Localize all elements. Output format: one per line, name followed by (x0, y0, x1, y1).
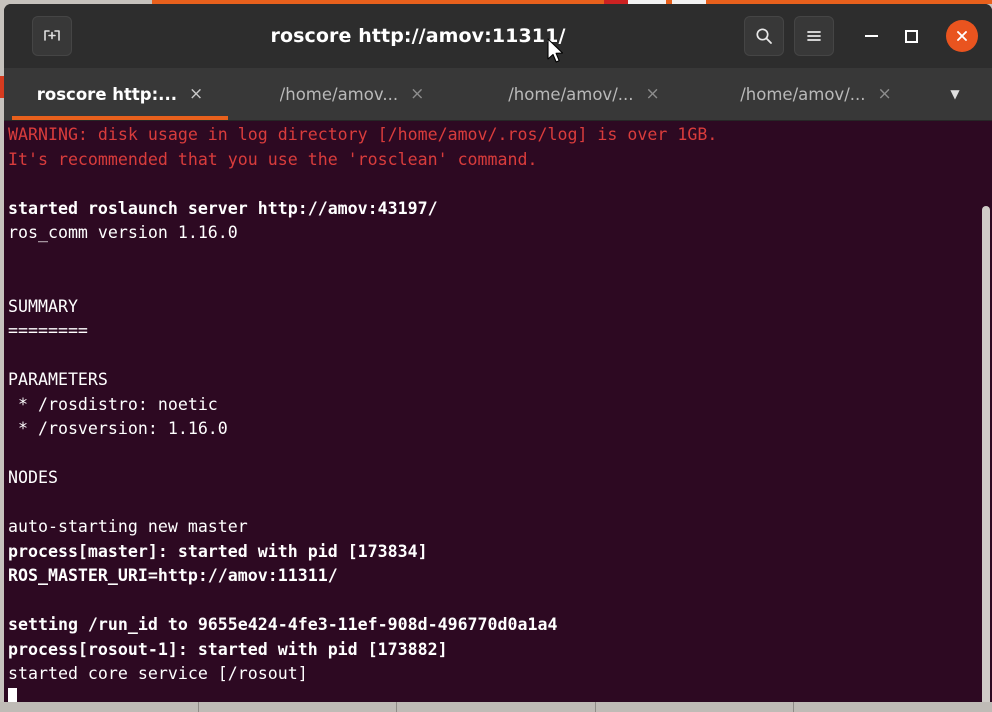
close-icon (957, 31, 967, 41)
terminal-scrollbar[interactable] (979, 121, 991, 712)
terminal-line: ros_comm version 1.16.0 (8, 223, 238, 242)
terminal-output-area[interactable]: WARNING: disk usage in log directory [/h… (4, 121, 992, 712)
terminal-line: * /rosdistro: noetic (8, 394, 218, 414)
tab-label: /home/amov/... (740, 84, 866, 104)
tab-close-icon[interactable]: × (410, 85, 424, 103)
screen: roscore http://amov:11311/ roscore http:… (0, 0, 992, 712)
tab-home-amov-2[interactable]: /home/amov/... × (468, 68, 700, 120)
window-title: roscore http://amov:11311/ (270, 25, 566, 47)
minimize-icon (864, 35, 878, 37)
terminal-line: ======== (8, 321, 88, 340)
tab-home-amov-3[interactable]: /home/amov/... × (700, 68, 932, 120)
tab-home-amov-1[interactable]: /home/amov... × (236, 68, 468, 120)
terminal-line: PARAMETERS (8, 370, 108, 389)
desktop-taskbar[interactable] (0, 702, 992, 712)
hamburger-menu-icon (807, 31, 821, 41)
taskbar-segment (199, 702, 397, 712)
terminal-line: It's recommended that you use the 'roscl… (8, 149, 538, 169)
titlebar-controls (744, 16, 982, 56)
taskbar-segment (596, 702, 794, 712)
tab-close-icon[interactable]: × (645, 85, 659, 103)
terminal-line: ROS_MASTER_URI=http://amov:11311/ (8, 566, 338, 585)
tab-close-icon[interactable]: × (877, 85, 891, 103)
menu-button[interactable] (794, 16, 834, 56)
tab-label: roscore http:... (36, 84, 177, 104)
close-button[interactable] (946, 20, 978, 52)
taskbar-segment (794, 702, 992, 712)
tab-roscore[interactable]: roscore http:... × (4, 68, 236, 120)
new-terminal-icon (44, 30, 60, 41)
search-icon (756, 28, 772, 44)
terminal-line: SUMMARY (8, 296, 78, 316)
chevron-down-icon: ▼ (950, 87, 960, 101)
terminal-line: WARNING: disk usage in log directory [/h… (8, 125, 718, 144)
title-bar: roscore http://amov:11311/ (4, 4, 992, 68)
taskbar-segment (0, 702, 198, 712)
terminal-line: auto-starting new master (8, 517, 248, 536)
terminal-line: process[master]: started with pid [17383… (8, 541, 428, 561)
new-tab-button[interactable] (32, 16, 72, 56)
search-button[interactable] (744, 16, 784, 56)
taskbar-segment (397, 702, 595, 712)
maximize-icon (904, 29, 918, 43)
terminal-line: started core service [/rosout] (8, 664, 308, 683)
terminal-line: * /rosversion: 1.16.0 (8, 419, 228, 438)
terminal-line: process[rosout-1]: started with pid [173… (8, 639, 448, 659)
minimize-button[interactable] (856, 21, 886, 51)
terminal-text: WARNING: disk usage in log directory [/h… (8, 123, 992, 711)
maximize-button[interactable] (896, 21, 926, 51)
tab-label: /home/amov... (279, 84, 399, 104)
terminal-window: roscore http://amov:11311/ roscore http:… (4, 4, 992, 712)
tab-list-dropdown-button[interactable]: ▼ (932, 68, 978, 120)
terminal-line: NODES (8, 468, 58, 487)
tab-label: /home/amov/... (508, 84, 634, 104)
scrollbar-thumb[interactable] (982, 206, 990, 706)
tab-close-icon[interactable]: × (189, 85, 203, 103)
terminal-line: setting /run_id to 9655e424-4fe3-11ef-90… (8, 615, 558, 634)
terminal-line: started roslaunch server http://amov:431… (8, 198, 438, 218)
tab-bar: roscore http:... × /home/amov... × /home… (4, 68, 992, 121)
